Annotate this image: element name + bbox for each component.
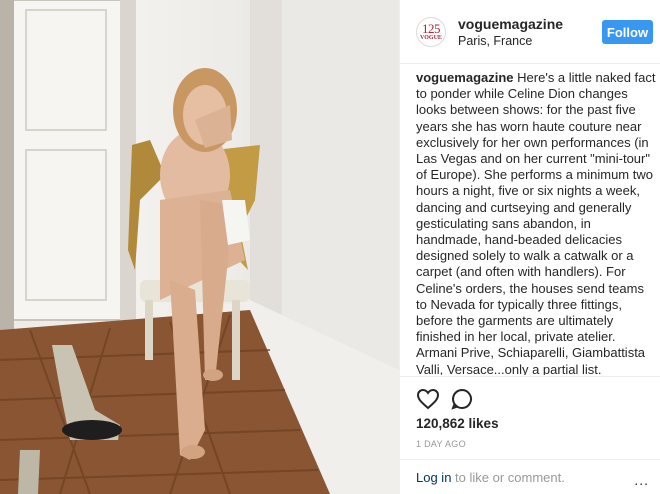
avatar[interactable]: 125 VOGUE (416, 17, 446, 47)
actions-section: 120,862 likes 1 DAY AGO Log in to like o… (400, 376, 660, 494)
more-options-icon[interactable]: ... (634, 472, 649, 488)
post-header: 125 VOGUE voguemagazine Paris, France Fo… (400, 0, 660, 64)
caption-area: voguemagazine Here's a little naked fact… (416, 70, 656, 375)
likes-count[interactable]: 120,862 likes (416, 416, 499, 431)
avatar-number: 125 (422, 21, 441, 36)
post-photo[interactable] (0, 0, 399, 494)
avatar-brand: VOGUE (420, 35, 442, 41)
login-suffix: to like or comment. (451, 470, 565, 485)
location-link[interactable]: Paris, France (458, 34, 532, 48)
caption-username[interactable]: voguemagazine (416, 70, 514, 85)
login-prompt: Log in to like or comment. ... (400, 459, 660, 494)
caption-text: Here's a little naked fact to ponder whi… (416, 70, 656, 375)
login-link[interactable]: Log in (416, 470, 451, 485)
post-side-panel: 125 VOGUE voguemagazine Paris, France Fo… (399, 0, 660, 494)
caption: voguemagazine Here's a little naked fact… (416, 70, 656, 375)
username-link[interactable]: voguemagazine (458, 16, 563, 32)
photo-illustration (0, 0, 399, 494)
post-timestamp: 1 DAY AGO (416, 439, 466, 449)
follow-button[interactable]: Follow (602, 20, 653, 44)
heart-icon[interactable] (416, 387, 440, 411)
comment-icon[interactable] (450, 387, 474, 411)
